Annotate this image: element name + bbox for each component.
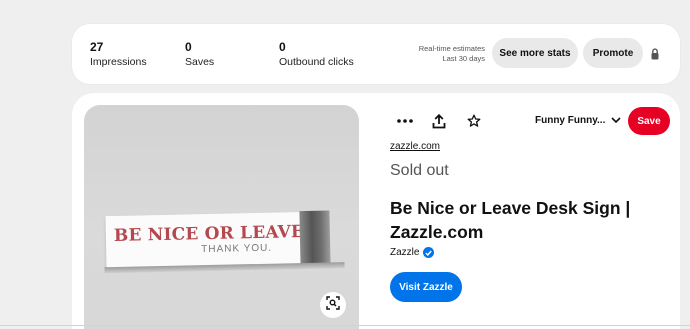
impressions-count: 27 — [90, 40, 104, 54]
sign-base — [104, 262, 345, 274]
board-name: Funny Funny... — [535, 115, 606, 126]
outbound-count: 0 — [279, 40, 286, 54]
creator-name[interactable]: Zazzle — [390, 247, 419, 258]
see-more-stats-button[interactable]: See more stats — [492, 38, 578, 68]
visual-search-button[interactable] — [320, 292, 346, 318]
estimate-line-2: Last 30 days — [442, 54, 485, 63]
creator[interactable]: Zazzle — [390, 247, 435, 258]
verified-icon — [423, 247, 435, 258]
saves-label: Saves — [185, 56, 215, 68]
impressions-label: Impressions — [90, 56, 147, 68]
sold-out-status: Sold out — [390, 162, 449, 179]
desk-sign-image: BE NICE OR LEAVE THANK YOU. — [104, 210, 345, 274]
estimate-note: Real-time estimates Last 30 days — [419, 44, 485, 64]
lock-icon — [649, 47, 661, 61]
save-button[interactable]: Save — [628, 107, 670, 135]
more-icon[interactable] — [394, 110, 416, 132]
promote-button[interactable]: Promote — [583, 38, 643, 68]
visual-search-icon — [326, 295, 340, 315]
stat-saves: 0 Saves — [185, 40, 214, 70]
sign-sub-text: THANK YOU. — [201, 242, 273, 256]
outbound-label: Outbound clicks — [279, 56, 354, 68]
estimate-line-1: Real-time estimates — [418, 44, 485, 53]
chevron-down-icon — [611, 115, 621, 126]
board-selector[interactable]: Funny Funny... — [535, 115, 621, 126]
share-icon[interactable] — [428, 110, 450, 132]
sign-main-text: BE NICE OR LEAVE — [113, 222, 305, 246]
pin-image[interactable]: BE NICE OR LEAVE THANK YOU. — [84, 105, 359, 329]
pin-title: Be Nice or Leave Desk Sign | Zazzle.com — [390, 198, 631, 242]
stat-outbound-clicks: 0 Outbound clicks — [279, 40, 354, 70]
sign-metal-holder — [299, 210, 331, 266]
star-icon[interactable] — [463, 110, 485, 132]
visit-site-button[interactable]: Visit Zazzle — [390, 272, 462, 302]
stat-impressions: 27 Impressions — [90, 40, 147, 70]
domain-link[interactable]: zazzle.com — [390, 141, 440, 152]
stats-card: 27 Impressions 0 Saves 0 Outbound clicks… — [72, 24, 680, 84]
divider — [0, 325, 690, 326]
saves-count: 0 — [185, 40, 192, 54]
